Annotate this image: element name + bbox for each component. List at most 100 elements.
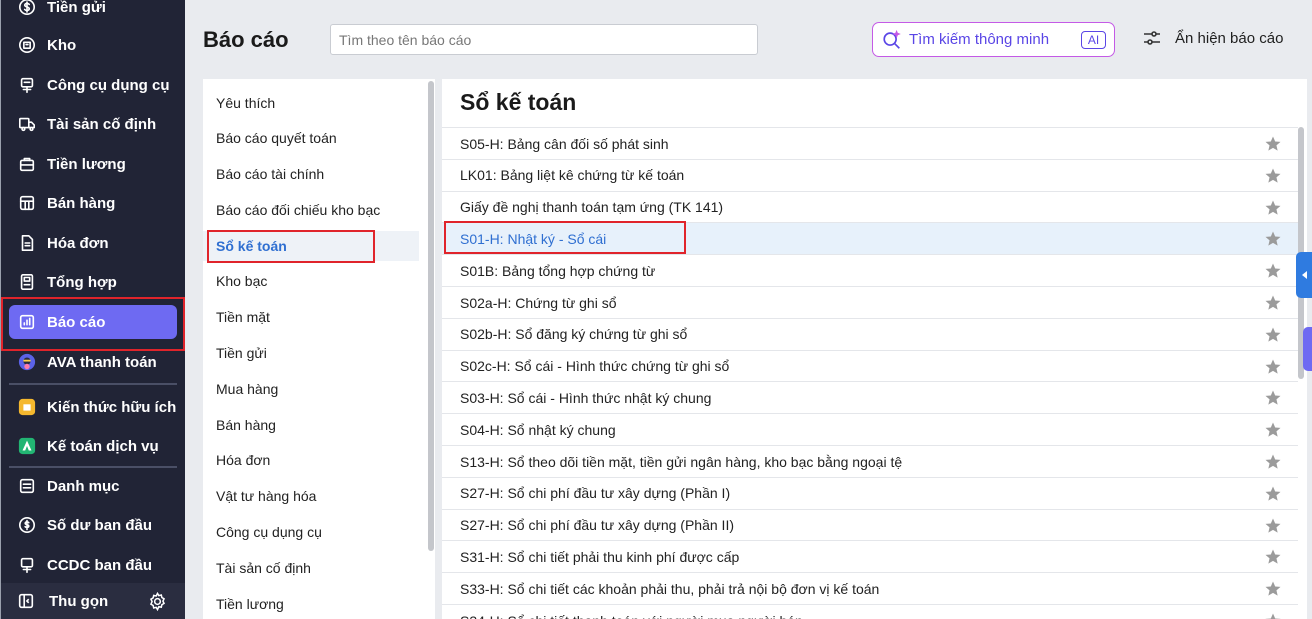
toggle-report-label: Ẩn hiện báo cáo: [1175, 29, 1284, 47]
sidebar-item-label: Tổng hợp: [47, 273, 117, 291]
smart-search-button[interactable]: Tìm kiếm thông minh AI: [872, 22, 1115, 57]
report-row[interactable]: LK01: Bảng liệt kê chứng từ kế toán: [442, 158, 1298, 191]
settings-gear-icon[interactable]: [148, 592, 167, 611]
sidebar-highlight-box: [1, 297, 185, 351]
sidebar-item-label: Hóa đơn: [47, 234, 109, 252]
sidebar-item-hoa-don[interactable]: Hóa đơn: [9, 226, 177, 260]
category-item[interactable]: Công cụ dụng cụ: [203, 517, 419, 547]
report-row[interactable]: S33-H: Sổ chi tiết các khoản phải thu, p…: [442, 572, 1298, 604]
side-drawer-tab[interactable]: [1303, 327, 1312, 371]
ava-avatar-icon: [17, 352, 37, 372]
favorite-star-icon[interactable]: [1264, 612, 1282, 619]
category-item[interactable]: Báo cáo đối chiếu kho bạc: [203, 195, 419, 225]
sidebar-footer: Thu gọn: [1, 583, 185, 619]
sidebar-item-danh-muc[interactable]: Danh mục: [9, 469, 177, 503]
report-row[interactable]: S03-H: Sổ cái - Hình thức nhật ký chung: [442, 381, 1298, 413]
report-row[interactable]: S27-H: Sổ chi phí đầu tư xây dựng (Phần …: [442, 476, 1298, 509]
favorite-star-icon[interactable]: [1264, 485, 1282, 503]
favorite-star-icon[interactable]: [1264, 167, 1282, 185]
favorite-star-icon[interactable]: [1264, 358, 1282, 376]
category-panel: Yêu thích Báo cáo quyết toán Báo cáo tài…: [203, 79, 435, 619]
report-row[interactable]: S02c-H: Sổ cái - Hình thức chứng từ ghi …: [442, 349, 1298, 382]
ai-search-icon: [881, 29, 903, 51]
report-row[interactable]: S02b-H: Sổ đăng ký chứng từ ghi sổ: [442, 317, 1298, 350]
sidebar-item-ccdc-ban-dau[interactable]: CCDC ban đầu: [9, 548, 177, 582]
category-item[interactable]: Tài sản cố định: [203, 553, 419, 583]
category-item[interactable]: Kho bạc: [203, 266, 419, 296]
favorite-star-icon[interactable]: [1264, 517, 1282, 535]
category-item[interactable]: Tiền gửi: [203, 338, 419, 368]
sidebar-item-tai-san-co-dinh[interactable]: Tài sản cố định: [9, 107, 177, 141]
sidebar-item-tong-hop[interactable]: Tổng hợp: [9, 265, 177, 299]
warehouse-icon: [17, 35, 37, 55]
report-row-label: S03-H: Sổ cái - Hình thức nhật ký chung: [460, 389, 712, 406]
report-row[interactable]: S05-H: Bảng cân đối số phát sinh: [442, 127, 1298, 159]
ai-badge: AI: [1081, 31, 1106, 49]
sidebar-item-cong-cu-dung-cu[interactable]: Công cụ dụng cụ: [9, 68, 177, 102]
invoice-icon: [17, 233, 37, 253]
sidebar-item-label: Số dư ban đầu: [47, 516, 153, 534]
sidebar-item-kien-thuc-huu-ich[interactable]: Kiến thức hữu ích: [9, 390, 177, 424]
favorite-star-icon[interactable]: [1264, 421, 1282, 439]
collapse-right-panel-tab[interactable]: [1296, 252, 1312, 298]
favorite-star-icon[interactable]: [1264, 199, 1282, 217]
favorite-star-icon[interactable]: [1264, 453, 1282, 471]
sidebar-divider: [9, 383, 177, 385]
sidebar-item-ban-hang[interactable]: Bán hàng: [9, 186, 177, 220]
report-row[interactable]: S04-H: Sổ nhật ký chung: [442, 413, 1298, 445]
shopping-bag-icon: [17, 193, 37, 213]
category-item[interactable]: Yêu thích: [203, 88, 419, 118]
sidebar-item-kho[interactable]: Kho: [9, 28, 177, 62]
search-input[interactable]: [330, 24, 758, 55]
report-row-label: S01B: Bảng tổng hợp chứng từ: [460, 262, 656, 279]
category-item[interactable]: Hóa đơn: [203, 445, 419, 475]
salary-icon: [17, 154, 37, 174]
sidebar-divider: [9, 466, 177, 468]
category-item[interactable]: Báo cáo quyết toán: [203, 123, 419, 153]
page-title: Báo cáo: [203, 27, 289, 52]
sidebar-item-tien-luong[interactable]: Tiền lương: [9, 147, 177, 181]
sidebar-item-so-du-ban-dau[interactable]: Số dư ban đầu: [9, 508, 177, 542]
category-scrollbar[interactable]: [428, 81, 434, 551]
sidebar-item-label: Danh mục: [47, 477, 120, 495]
category-item[interactable]: Tiền lương: [203, 589, 419, 619]
favorite-star-icon[interactable]: [1264, 230, 1282, 248]
sidebar: Tiền gửi Kho Công cụ dụng cụ Tài sản cố …: [0, 0, 185, 619]
report-row-label: S34-H: Sổ chi tiết thanh toán với người …: [460, 613, 803, 619]
favorite-star-icon[interactable]: [1264, 326, 1282, 344]
report-row[interactable]: S13-H: Sổ theo dõi tiền mặt, tiền gửi ng…: [442, 445, 1298, 477]
report-row-label: S33-H: Sổ chi tiết các khoản phải thu, p…: [460, 580, 880, 597]
favorite-star-icon[interactable]: [1264, 548, 1282, 566]
summary-icon: [17, 272, 37, 292]
favorite-star-icon[interactable]: [1264, 135, 1282, 153]
category-item[interactable]: Báo cáo tài chính: [203, 159, 419, 189]
category-item[interactable]: Tiền mặt: [203, 302, 419, 332]
report-row[interactable]: S27-H: Sổ chi phí đầu tư xây dựng (Phần …: [442, 508, 1298, 541]
report-row[interactable]: Giấy đề nghị thanh toán tạm ứng (TK 141): [442, 190, 1298, 223]
collapse-button[interactable]: Thu gọn: [49, 593, 108, 610]
toggle-report-button[interactable]: Ẩn hiện báo cáo: [1142, 28, 1283, 48]
favorite-star-icon[interactable]: [1264, 580, 1282, 598]
report-row[interactable]: S01B: Bảng tổng hợp chứng từ: [442, 254, 1298, 286]
category-item[interactable]: Mua hàng: [203, 374, 419, 404]
report-row[interactable]: S34-H: Sổ chi tiết thanh toán với người …: [442, 604, 1298, 619]
favorite-star-icon[interactable]: [1264, 262, 1282, 280]
report-row[interactable]: S31-H: Sổ chi tiết phải thu kinh phí đượ…: [442, 540, 1298, 572]
caret-left-icon: [1301, 271, 1307, 279]
category-item[interactable]: Bán hàng: [203, 410, 419, 440]
sidebar-item-label: Tiền gửi: [47, 0, 106, 16]
sidebar-item-label: Kế toán dịch vụ: [47, 437, 159, 455]
report-row[interactable]: S02a-H: Chứng từ ghi sổ: [442, 286, 1298, 318]
report-panel: Sổ kế toán S05-H: Bảng cân đối số phát s…: [442, 79, 1307, 619]
sidebar-item-tien-gui[interactable]: Tiền gửi: [9, 0, 177, 24]
collapse-icon[interactable]: [17, 592, 35, 610]
favorite-star-icon[interactable]: [1264, 389, 1282, 407]
favorite-star-icon[interactable]: [1264, 294, 1282, 312]
sidebar-item-label: Công cụ dụng cụ: [47, 76, 170, 94]
category-item[interactable]: Vật tư hàng hóa: [203, 481, 419, 511]
sidebar-item-label: CCDC ban đầu: [47, 556, 152, 574]
sidebar-item-ke-toan-dich-vu[interactable]: Kế toán dịch vụ: [9, 429, 177, 463]
sidebar-item-ava-thanh-toan[interactable]: AVA thanh toán: [9, 345, 177, 379]
category-highlight-box: [207, 230, 375, 263]
sidebar-item-label: Tiền lương: [47, 155, 126, 173]
